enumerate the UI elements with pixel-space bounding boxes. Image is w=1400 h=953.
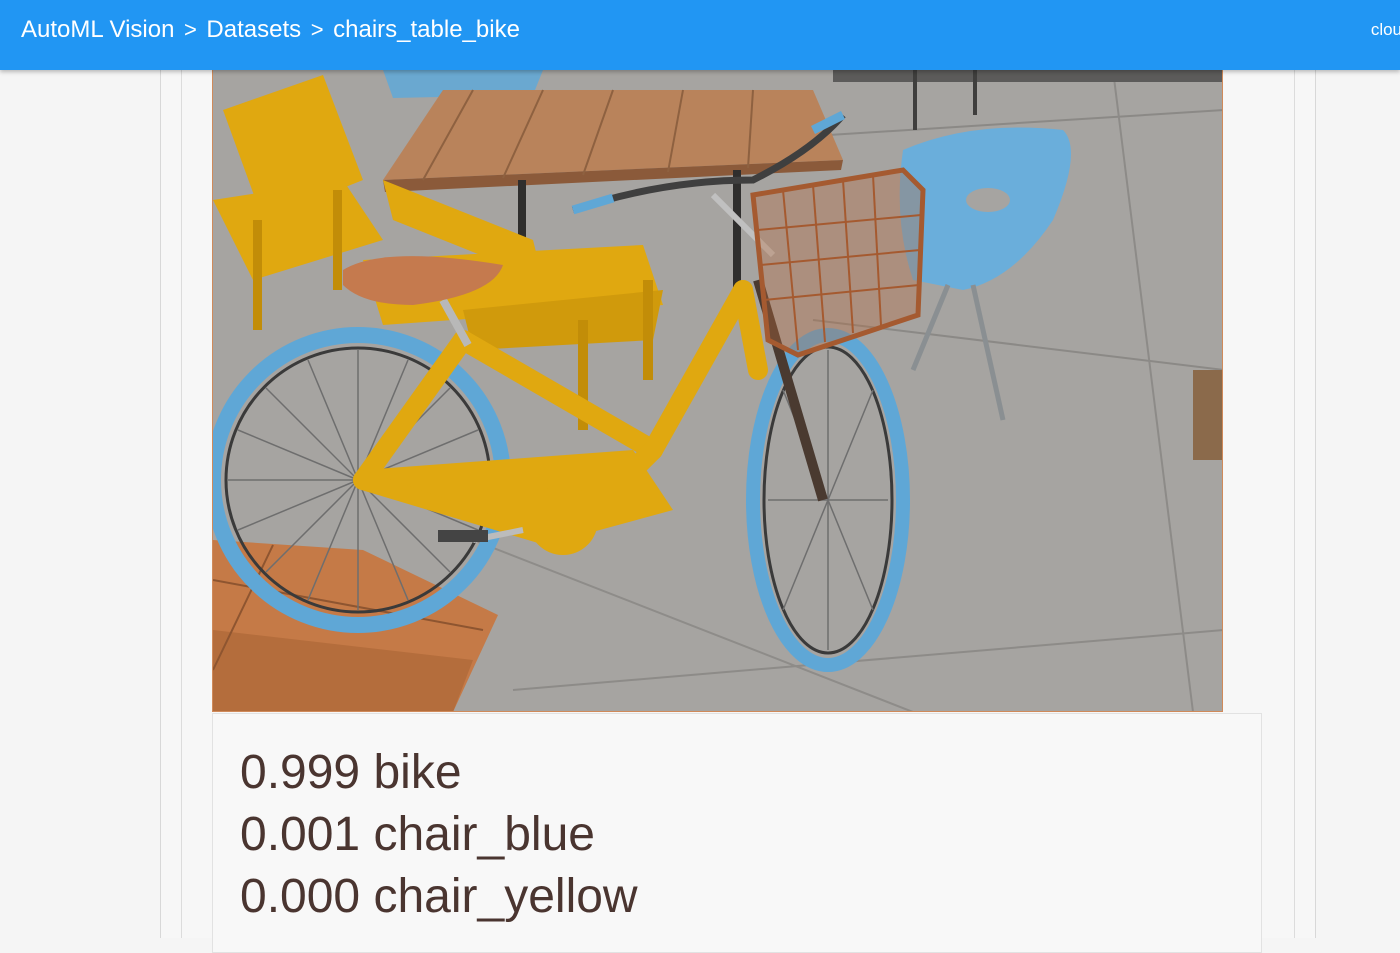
prediction-score: 0.999 xyxy=(240,746,361,799)
chevron-right-icon: > xyxy=(310,17,324,42)
uploaded-image xyxy=(212,70,1223,712)
prediction-row: 0.000 chair_yellow xyxy=(240,873,638,921)
prediction-score: 0.000 xyxy=(240,870,361,923)
prediction-score: 0.001 xyxy=(240,808,361,861)
prediction-label: bike xyxy=(373,746,462,799)
topbar-right-label[interactable]: clou xyxy=(1371,20,1400,40)
prediction-label: chair_blue xyxy=(373,808,595,861)
prediction-row: 0.001 chair_blue xyxy=(240,811,595,859)
prediction-row: 0.999 bike xyxy=(240,749,462,797)
bike-photo-illustration xyxy=(213,70,1222,711)
divider xyxy=(1294,70,1295,938)
breadcrumb: AutoML Vision > Datasets > chairs_table_… xyxy=(21,0,520,60)
main-content: 0.999 bike 0.001 chair_blue 0.000 chair_… xyxy=(0,70,1400,953)
breadcrumb-automl-vision[interactable]: AutoML Vision xyxy=(21,16,174,44)
breadcrumb-dataset-name: chairs_table_bike xyxy=(333,16,520,43)
chevron-right-icon: > xyxy=(183,17,197,42)
top-app-bar: AutoML Vision > Datasets > chairs_table_… xyxy=(0,0,1400,70)
prediction-label: chair_yellow xyxy=(373,870,638,923)
prediction-results: 0.999 bike 0.001 chair_blue 0.000 chair_… xyxy=(212,713,1262,953)
divider xyxy=(181,70,182,938)
breadcrumb-datasets[interactable]: Datasets xyxy=(206,16,301,44)
